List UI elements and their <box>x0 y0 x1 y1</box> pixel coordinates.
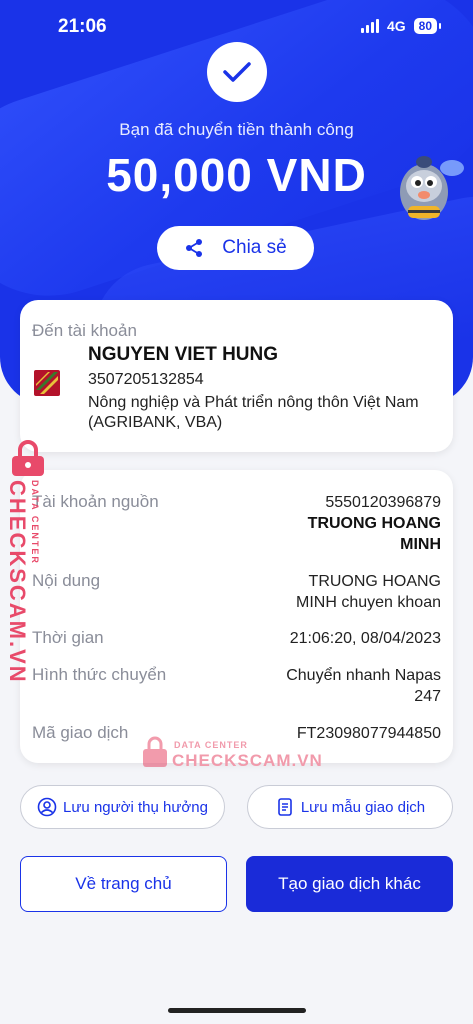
transaction-id-label: Mã giao dịch <box>32 723 129 742</box>
watermark-lock-icon <box>143 736 167 767</box>
transaction-details-card: Tài khoản nguồn 5550120396879 TRUONG HOA… <box>20 470 453 763</box>
signal-icon <box>360 19 379 33</box>
save-beneficiary-label: Lưu người thụ hưởng <box>63 798 208 816</box>
time-label: Thời gian <box>32 628 104 647</box>
agribank-logo-icon <box>34 370 60 396</box>
watermark-text: CHECKSCAM.VN <box>172 751 323 770</box>
new-transaction-button[interactable]: Tạo giao dịch khác <box>246 856 453 912</box>
user-circle-icon <box>37 797 57 817</box>
home-indicator <box>168 1008 306 1013</box>
source-account-name: TRUONG HOANG <box>307 515 441 532</box>
source-account-label: Tài khoản nguồn <box>32 492 159 511</box>
mascot-icon <box>400 156 464 220</box>
success-check-icon <box>207 42 267 102</box>
watermark-text: DATA CENTER <box>30 480 40 565</box>
method-line: Chuyển nhanh Napas <box>286 667 441 684</box>
save-beneficiary-button[interactable]: Lưu người thụ hưởng <box>20 785 225 829</box>
content-line: MINH chuyen khoan <box>296 594 441 611</box>
save-template-button[interactable]: Lưu mẫu giao dịch <box>247 785 453 829</box>
status-indicators: 4G 80 <box>360 18 442 34</box>
source-account-value: 5550120396879 TRUONG HOANG MINH <box>308 492 441 555</box>
status-time: 21:06 <box>58 16 107 37</box>
to-account-label: Đến tài khoản <box>32 321 137 340</box>
source-account-number: 5550120396879 <box>325 494 441 511</box>
share-button[interactable]: Chia sẻ <box>157 226 314 270</box>
watermark-text: CHECKSCAM.VN <box>5 480 30 684</box>
time-value: 21:06:20, 08/04/2023 <box>289 630 441 647</box>
save-template-label: Lưu mẫu giao dịch <box>300 798 426 816</box>
recipient-card: Đến tài khoản NGUYEN VIET HUNG 350720513… <box>20 300 453 452</box>
source-account-name: MINH <box>400 536 441 553</box>
share-label: Chia sẻ <box>222 237 287 258</box>
network-type: 4G <box>386 18 406 34</box>
watermark-lock-icon <box>12 440 44 476</box>
success-message: Bạn đã chuyển tiền thành công <box>119 120 354 139</box>
method-line: 247 <box>414 688 441 705</box>
document-icon <box>278 798 292 816</box>
content-label: Nội dung <box>32 571 101 590</box>
battery-icon: 80 <box>413 18 442 34</box>
recipient-account: 3507205132854 <box>88 371 204 388</box>
method-label: Hình thức chuyển <box>32 665 167 684</box>
share-icon <box>186 239 203 257</box>
method-value: Chuyển nhanh Napas 247 <box>286 665 441 707</box>
transaction-id-value: FT23098077944850 <box>296 725 441 742</box>
content-value: TRUONG HOANG MINH chuyen khoan <box>296 571 441 613</box>
home-button[interactable]: Về trang chủ <box>20 856 227 912</box>
content-line: TRUONG HOANG <box>308 573 441 590</box>
recipient-bank: Nông nghiệp và Phát triển nông thôn Việt… <box>88 394 419 431</box>
recipient-name: NGUYEN VIET HUNG <box>88 344 279 365</box>
watermark-text: DATA CENTER <box>174 740 248 750</box>
